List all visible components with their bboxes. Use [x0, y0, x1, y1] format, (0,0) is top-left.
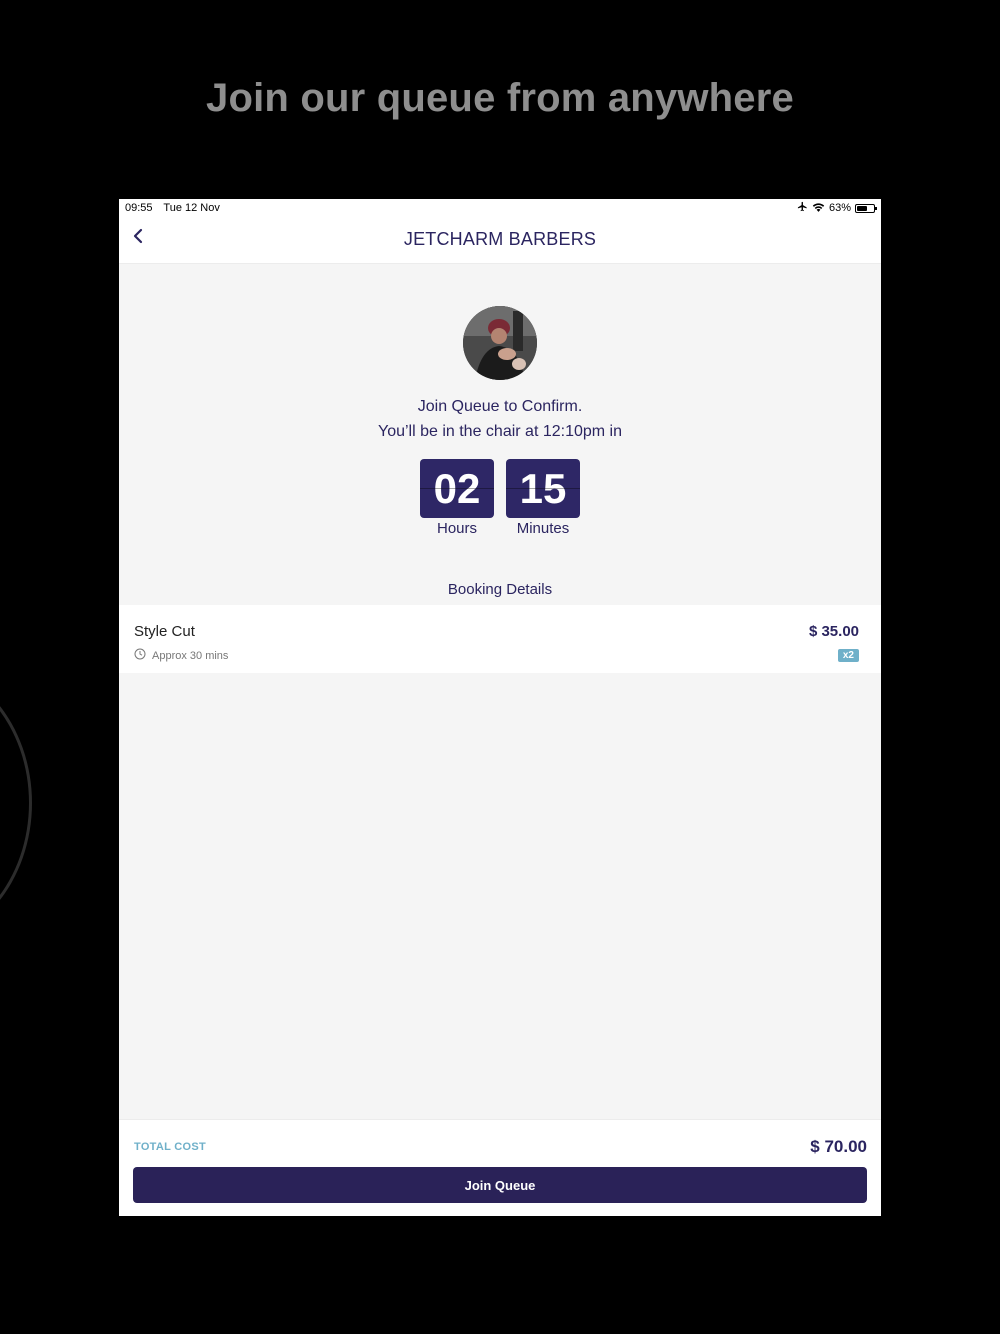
device-screen: 09:55 Tue 12 Nov 63% JETCHARM BARBERS Jo… [119, 199, 881, 1216]
service-duration: Approx 30 mins [134, 648, 228, 663]
minutes-label: Minutes [516, 520, 570, 537]
background-ring-decoration [0, 660, 32, 946]
join-queue-button[interactable]: Join Queue [133, 1167, 867, 1203]
service-price: $ 35.00 [808, 623, 859, 640]
minutes-counter: 15 [506, 459, 580, 518]
hours-label: Hours [436, 520, 477, 537]
checkout-footer: TOTAL COST $ 70.00 Join Queue [119, 1119, 881, 1216]
promo-heading: Join our queue from anywhere [206, 76, 794, 120]
service-name: Style Cut [134, 623, 195, 640]
booking-details-title: Booking Details [447, 581, 553, 598]
chair-time-text: You’ll be in the chair at 12:10pm in [377, 423, 622, 440]
clock-icon [134, 648, 146, 663]
battery-percent: 63% [828, 202, 851, 214]
total-cost-value: $ 70.00 [810, 1137, 867, 1156]
status-right: 63% [797, 201, 877, 215]
status-left: 09:55 Tue 12 Nov [125, 202, 228, 214]
booking-item-row[interactable]: Style Cut Approx 30 mins $ 35.00 x2 [119, 605, 881, 673]
barber-avatar [463, 306, 537, 380]
quantity-badge: x2 [837, 649, 859, 662]
nav-bar: JETCHARM BARBERS [119, 217, 881, 264]
hours-counter: 02 [420, 459, 494, 518]
page-title: JETCHARM BARBERS [403, 229, 597, 249]
wifi-icon [812, 202, 825, 215]
status-time: 09:55 [125, 202, 153, 214]
status-bar: 09:55 Tue 12 Nov 63% [119, 199, 881, 217]
confirm-instruction: Join Queue to Confirm. [417, 398, 583, 415]
total-cost-label: TOTAL COST [134, 1141, 207, 1153]
duration-text: Approx 30 mins [152, 649, 229, 662]
airplane-icon [797, 201, 808, 215]
battery-level-fill [857, 205, 867, 211]
status-date: Tue 12 Nov [163, 202, 220, 214]
app-screen: Join our queue from anywhere 09:55 Tue 1… [0, 0, 1000, 1334]
battery-icon [855, 203, 877, 213]
